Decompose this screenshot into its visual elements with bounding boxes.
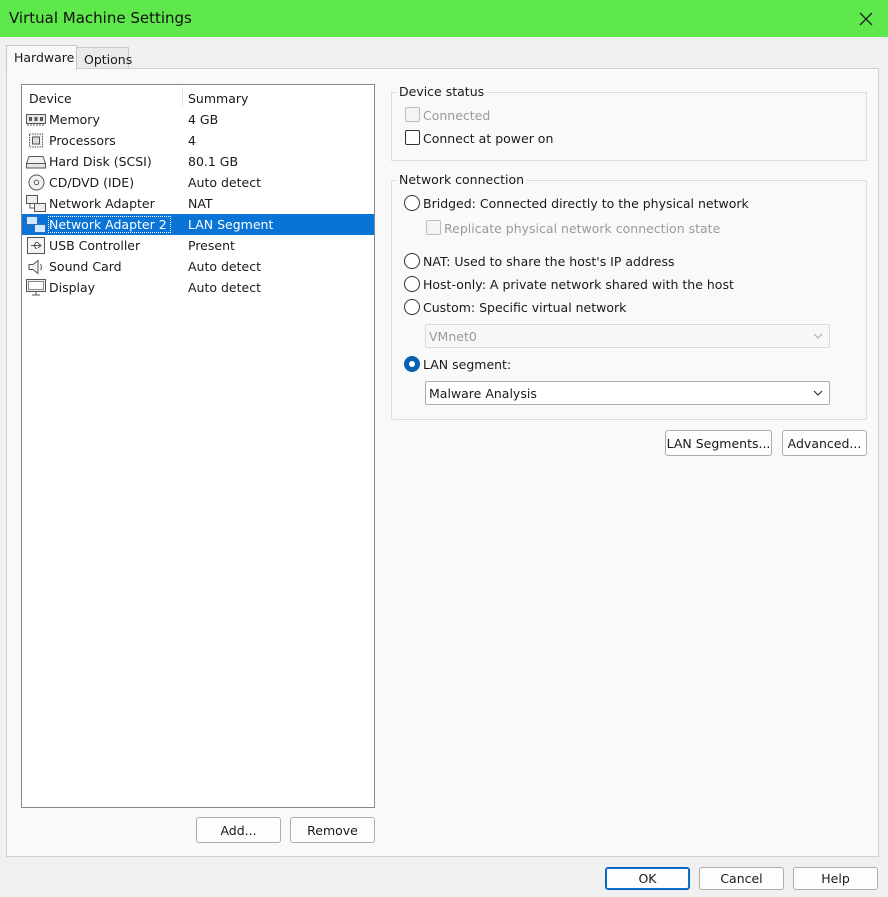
network-adapter-icon (26, 216, 46, 233)
cd-dvd-icon (26, 174, 46, 191)
device-summary: 4 (188, 133, 196, 148)
memory-icon (26, 111, 46, 128)
network-connection-label: Network connection (397, 172, 527, 187)
device-name: Processors (49, 133, 116, 148)
device-row-processors[interactable]: Processors 4 (22, 130, 374, 151)
processor-icon (26, 132, 46, 149)
device-summary: Auto detect (188, 259, 261, 274)
connect-at-power-on-checkbox[interactable] (405, 130, 420, 145)
lan-segments-button-label: LAN Segments... (666, 435, 771, 451)
cancel-button[interactable]: Cancel (699, 867, 784, 890)
device-row-cd-dvd[interactable]: CD/DVD (IDE) Auto detect (22, 172, 374, 193)
device-list-header: Device Summary (22, 85, 374, 109)
tab-hardware[interactable]: Hardware (6, 45, 77, 70)
cancel-button-label: Cancel (720, 871, 763, 886)
device-status-label: Device status (397, 84, 487, 99)
add-device-button[interactable]: Add... (196, 817, 281, 843)
monitor-icon (26, 279, 46, 296)
replicate-state-label: Replicate physical network connection st… (444, 221, 721, 236)
replicate-state-checkbox[interactable] (426, 220, 441, 235)
hard-disk-icon (26, 153, 46, 170)
device-summary: Present (188, 238, 235, 253)
ok-button-label: OK (638, 871, 657, 886)
custom-network-value: VMnet0 (429, 329, 477, 344)
tab-hardware-label: Hardware (14, 50, 75, 65)
device-name: Sound Card (49, 259, 122, 274)
custom-network-select[interactable]: VMnet0 (425, 324, 830, 348)
device-row-display[interactable]: Display Auto detect (22, 277, 374, 298)
host-only-radio[interactable] (404, 276, 420, 292)
device-summary: 80.1 GB (188, 154, 239, 169)
device-status-group (391, 92, 867, 161)
remove-device-button-label: Remove (307, 822, 358, 838)
bridged-label: Bridged: Connected directly to the physi… (423, 196, 749, 211)
device-row-memory[interactable]: Memory 4 GB (22, 109, 374, 130)
device-summary: LAN Segment (188, 217, 274, 232)
host-only-label: Host-only: A private network shared with… (423, 277, 734, 292)
window-title: Virtual Machine Settings (9, 9, 192, 27)
column-header-summary[interactable]: Summary (188, 91, 248, 106)
tab-options-label: Options (84, 52, 133, 67)
device-name: USB Controller (49, 238, 141, 253)
custom-radio[interactable] (404, 299, 420, 315)
ok-button[interactable]: OK (605, 867, 690, 890)
nat-radio[interactable] (404, 253, 420, 269)
lan-segment-value: Malware Analysis (429, 386, 537, 401)
dialog-footer: OK Cancel Help (0, 857, 888, 897)
device-name: Network Adapter 2 (48, 216, 171, 233)
help-button-label: Help (821, 871, 850, 886)
column-divider[interactable] (182, 87, 183, 107)
close-icon (859, 12, 873, 25)
usb-icon (26, 237, 46, 254)
connect-at-power-on-label: Connect at power on (423, 131, 554, 146)
advanced-button[interactable]: Advanced... (782, 430, 867, 456)
device-name: Hard Disk (SCSI) (49, 154, 152, 169)
device-name: CD/DVD (IDE) (49, 175, 135, 190)
network-adapter-icon (26, 195, 46, 212)
column-header-device[interactable]: Device (29, 91, 72, 106)
device-summary: 4 GB (188, 112, 219, 127)
device-row-sound-card[interactable]: Sound Card Auto detect (22, 256, 374, 277)
device-summary: NAT (188, 196, 213, 211)
bridged-radio[interactable] (404, 195, 420, 211)
device-row-network-adapter[interactable]: Network Adapter NAT (22, 193, 374, 214)
device-row-usb-controller[interactable]: USB Controller Present (22, 235, 374, 256)
add-device-button-label: Add... (220, 822, 257, 838)
device-row-hard-disk[interactable]: Hard Disk (SCSI) 80.1 GB (22, 151, 374, 172)
connected-checkbox[interactable] (405, 107, 420, 122)
lan-segments-button[interactable]: LAN Segments... (665, 430, 772, 456)
hardware-panel: Device Summary Memory 4 GB Processors 4 … (6, 68, 879, 857)
device-name: Network Adapter (49, 196, 155, 211)
device-summary: Auto detect (188, 280, 261, 295)
custom-label: Custom: Specific virtual network (423, 300, 627, 315)
connected-label: Connected (423, 108, 491, 123)
device-list[interactable]: Device Summary Memory 4 GB Processors 4 … (21, 84, 375, 808)
lan-segment-label: LAN segment: (423, 357, 512, 372)
lan-segment-select[interactable]: Malware Analysis (425, 381, 830, 405)
device-name: Memory (49, 112, 100, 127)
lan-segment-radio[interactable] (404, 356, 420, 372)
close-button[interactable] (844, 0, 888, 37)
device-row-network-adapter-2[interactable]: Network Adapter 2 LAN Segment (22, 214, 374, 235)
title-bar: Virtual Machine Settings (0, 0, 888, 37)
remove-device-button[interactable]: Remove (290, 817, 375, 843)
device-summary: Auto detect (188, 175, 261, 190)
chevron-down-icon (813, 390, 823, 396)
help-button[interactable]: Help (793, 867, 878, 890)
device-name: Display (49, 280, 96, 295)
advanced-button-label: Advanced... (787, 435, 862, 451)
chevron-down-icon (813, 333, 823, 339)
speaker-icon (26, 258, 46, 275)
nat-label: NAT: Used to share the host's IP address (423, 254, 675, 269)
tab-options[interactable]: Options (76, 47, 133, 69)
